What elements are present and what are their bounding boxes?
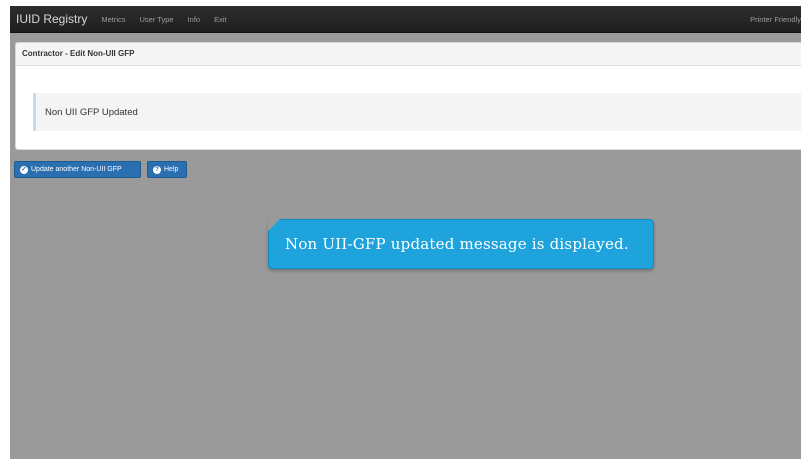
nav-user-type[interactable]: User Type: [140, 15, 174, 24]
edit-panel: Contractor - Edit Non-UII GFP Non UII GF…: [15, 42, 801, 150]
top-navbar: IUID Registry Metrics User Type Info Exi…: [10, 6, 801, 33]
nav-info[interactable]: Info: [188, 15, 201, 24]
check-circle-icon: ✓: [20, 165, 28, 174]
printer-friendly-link[interactable]: Printer Friendly: [750, 6, 801, 32]
nav-metrics[interactable]: Metrics: [101, 15, 125, 24]
app-frame: IUID Registry Metrics User Type Info Exi…: [10, 6, 801, 459]
panel-title: Contractor - Edit Non-UII GFP: [16, 43, 801, 66]
tutorial-callout: Non UII-GFP updated message is displayed…: [268, 219, 654, 269]
update-another-button[interactable]: ✓ Update another Non-UII GFP: [14, 161, 141, 178]
nav-exit[interactable]: Exit: [214, 15, 227, 24]
callout-text: Non UII-GFP updated message is displayed…: [285, 235, 629, 253]
question-circle-icon: ?: [153, 165, 161, 174]
help-button-label: Help: [164, 166, 179, 173]
callout-corner-fold: [268, 219, 280, 231]
alert-message: Non UII GFP Updated: [45, 106, 138, 118]
update-button-label: Update another Non-UII GFP: [31, 166, 122, 173]
brand-link[interactable]: IUID Registry: [10, 12, 87, 26]
success-alert: Non UII GFP Updated: [33, 93, 801, 131]
help-button[interactable]: ? Help: [147, 161, 187, 178]
